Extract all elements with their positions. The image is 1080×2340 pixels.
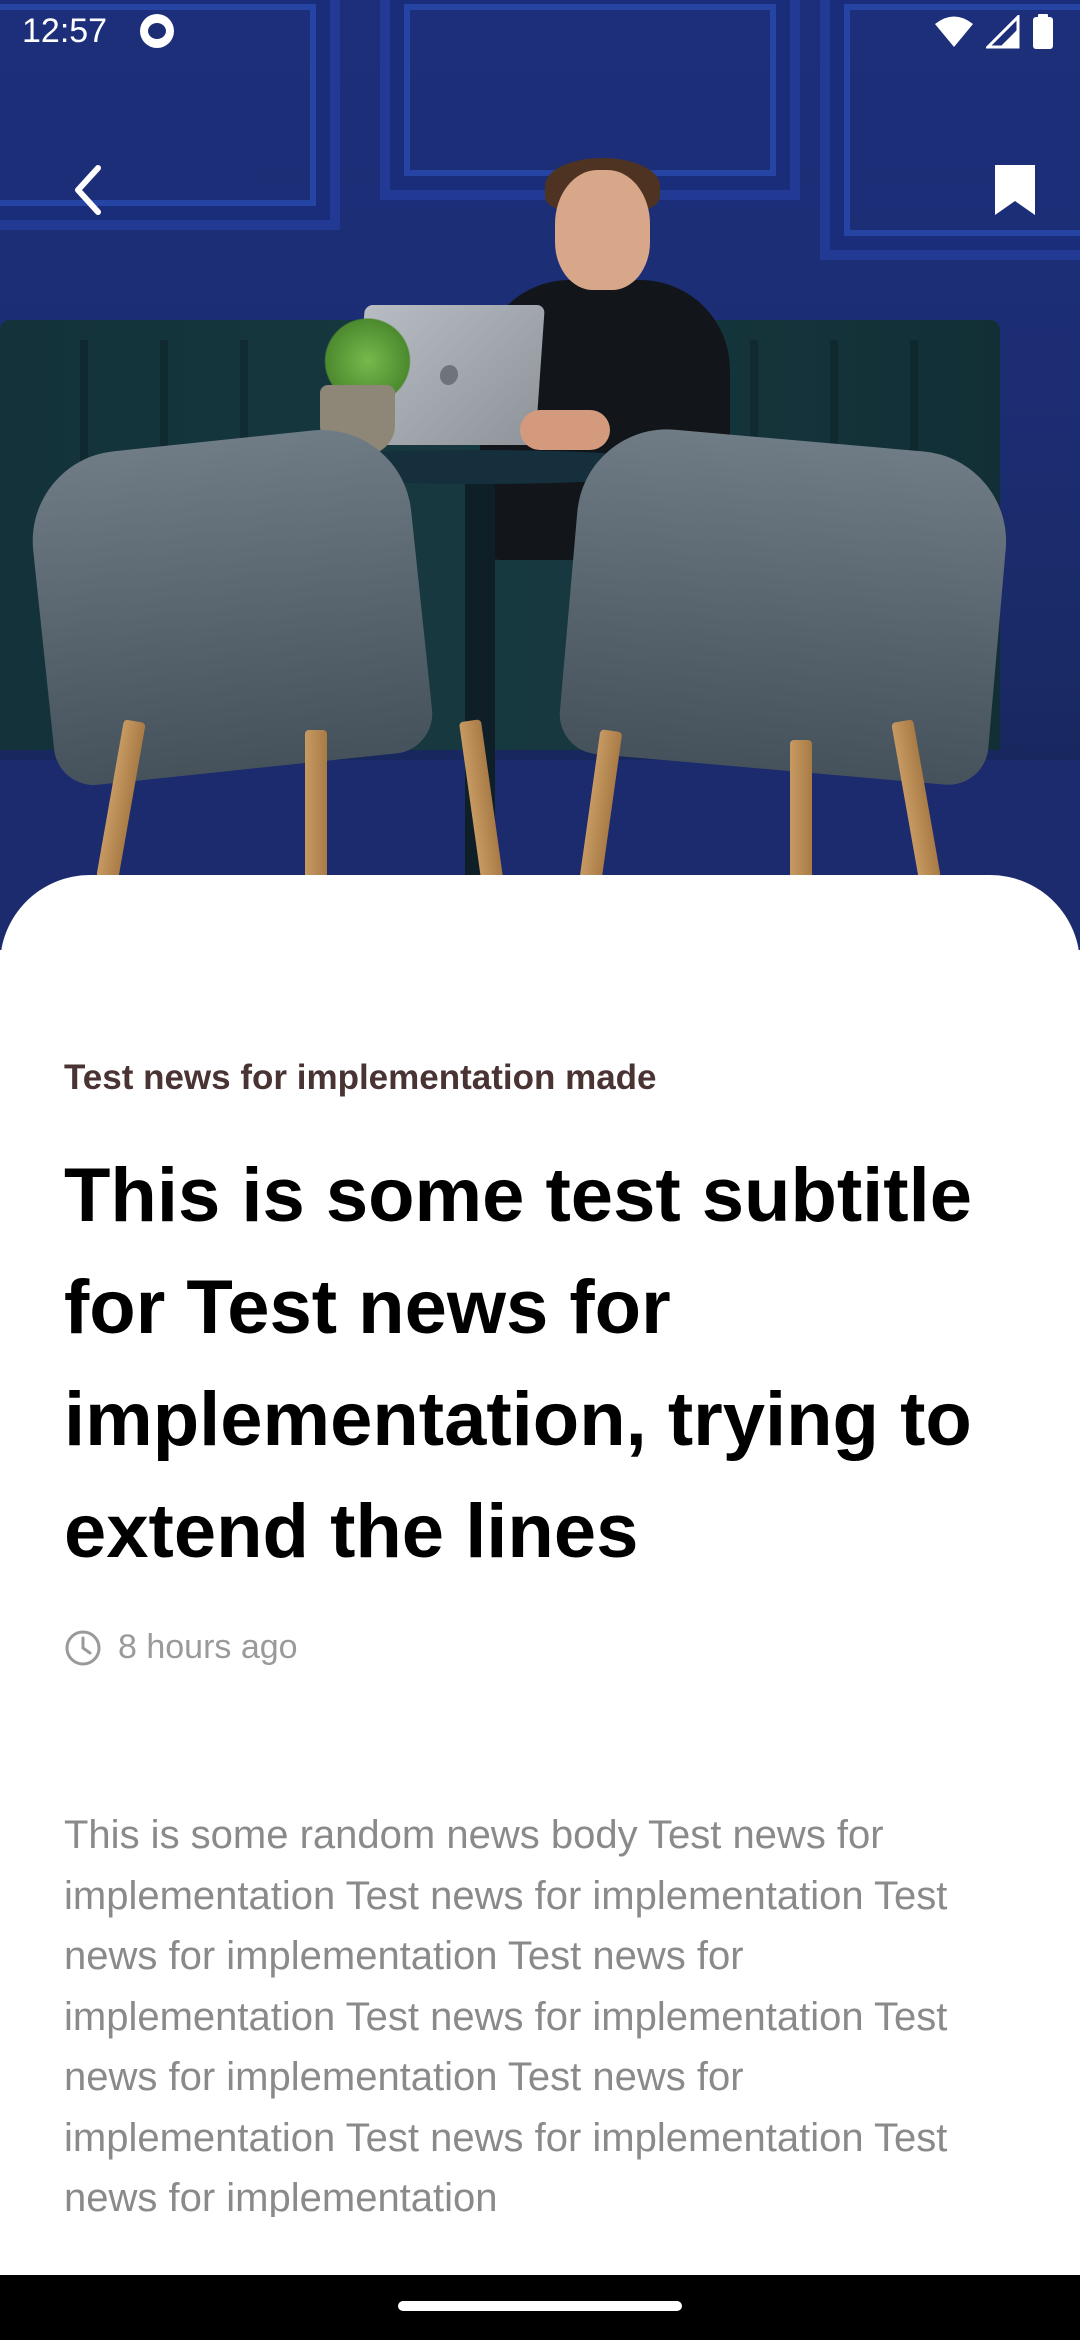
- status-indicators: [934, 14, 1054, 50]
- wifi-icon: [935, 16, 973, 47]
- battery-icon: [1033, 14, 1053, 49]
- back-button[interactable]: [58, 160, 118, 220]
- article-hero-image: [0, 0, 1080, 950]
- article-body-container[interactable]: This is some random news body Test news …: [64, 1805, 1024, 2217]
- status-bar: 12:57: [0, 0, 1080, 64]
- article-published-time: 8 hours ago: [118, 1628, 298, 1666]
- article-body: This is some random news body Test news …: [64, 1813, 948, 2217]
- chevron-left-icon: [75, 165, 101, 215]
- app-notification-icon: [140, 14, 174, 48]
- clock-icon: [65, 1630, 101, 1665]
- article-detail-screen: 12:57 Test news for implementation made …: [0, 0, 1080, 2340]
- article-headline: This is some test subtitle for Test news…: [64, 1153, 972, 1574]
- bookmark-button[interactable]: [985, 158, 1045, 222]
- article-category: Test news for implementation made: [64, 1058, 657, 1097]
- article-meta: 8 hours ago: [64, 1628, 298, 1667]
- home-indicator[interactable]: [398, 2301, 682, 2311]
- cellular-signal-icon: [986, 15, 1020, 49]
- status-time: 12:57: [22, 12, 108, 50]
- navigation-bar: [0, 2275, 1080, 2340]
- bookmark-icon: [995, 165, 1035, 215]
